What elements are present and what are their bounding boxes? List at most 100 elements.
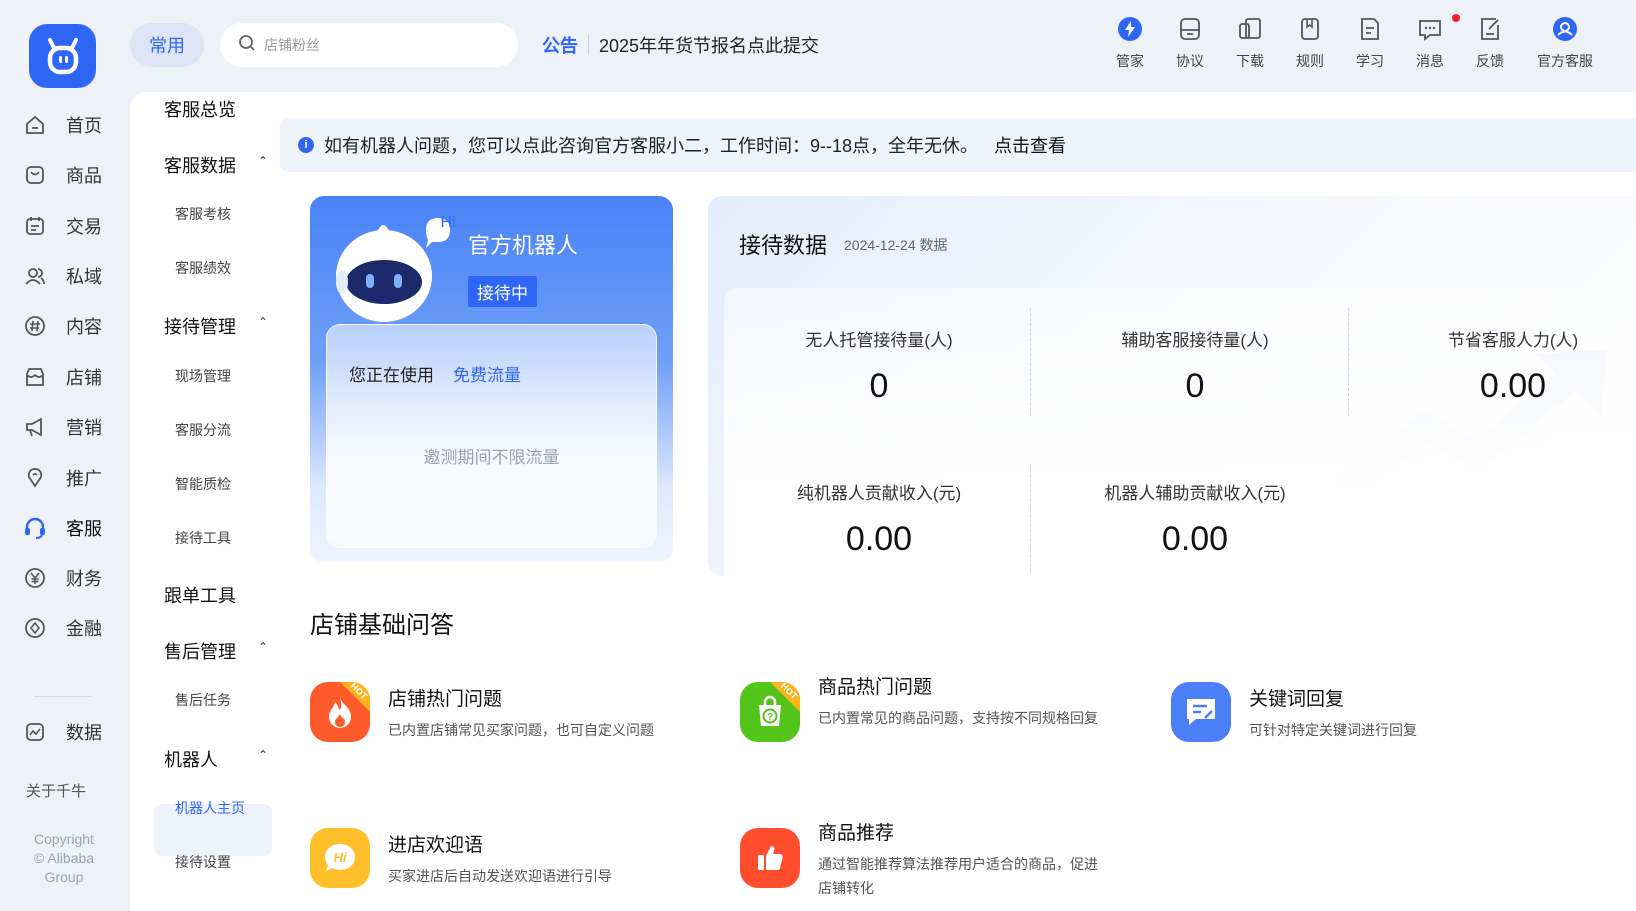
divider [1030, 308, 1031, 416]
subnav-item-aftersale-task[interactable]: 售后任务 [175, 690, 231, 710]
notice-separator [588, 35, 589, 55]
divider [1030, 464, 1031, 572]
notice-text[interactable]: 2025年年货节报名点此提交 [599, 32, 819, 58]
robot-hi: Hi [440, 214, 456, 231]
info-icon: i [298, 137, 314, 153]
download-icon [1237, 16, 1263, 51]
rail-item-product[interactable]: 商品 [22, 157, 122, 193]
metric-robot-income: 纯机器人贡献收入(元) 0.00 [724, 479, 1034, 559]
notice-tag: 公告 [542, 36, 578, 56]
subnav-group-reception[interactable]: 接待管理 [164, 313, 236, 339]
rail-item-financial[interactable]: 金融 [22, 610, 122, 646]
rail-item-label: 数据 [66, 723, 102, 743]
search-box[interactable] [220, 23, 518, 67]
butler-icon [1117, 16, 1143, 51]
feature-desc: 买家进店后自动发送欢迎语进行引导 [388, 868, 612, 884]
rail-item-label: 内容 [66, 317, 102, 337]
subnav-item-qc[interactable]: 智能质检 [175, 474, 231, 494]
unread-dot [1452, 14, 1460, 22]
tool-label: 消息 [1416, 53, 1444, 69]
tool-study[interactable]: 学习 [1340, 16, 1400, 71]
subnav-item-tools[interactable]: 接待工具 [175, 528, 231, 548]
banner-link[interactable]: 点击查看 [994, 132, 1066, 158]
subnav-overview[interactable]: 客服总览 [164, 96, 236, 122]
tool-download[interactable]: 下载 [1220, 16, 1280, 71]
subnav-item-assessment[interactable]: 客服考核 [175, 204, 231, 224]
reception-stats-card: 接待数据 2024-12-24 数据 无人托管接待量(人) 0 辅助客服接待量(… [708, 196, 1636, 576]
rail-item-home[interactable]: 首页 [22, 107, 122, 143]
rail-item-marketing[interactable]: 营销 [22, 409, 122, 445]
trade-icon [22, 213, 48, 239]
rail-item-label: 金融 [66, 619, 102, 639]
target-icon [22, 615, 48, 641]
announcement[interactable]: 公告 2025年年货节报名点此提交 [542, 32, 819, 58]
metric-value: 0.00 [845, 520, 913, 558]
plan-link[interactable]: 免费流量 [453, 361, 521, 386]
rail-item-promotion[interactable]: 推广 [22, 460, 122, 496]
tool-label: 下载 [1236, 53, 1264, 69]
svg-text:Hi: Hi [334, 850, 347, 865]
feature-title: 店铺热门问题 [388, 689, 503, 710]
rail-item-finance[interactable]: 财务 [22, 560, 122, 596]
tool-label: 规则 [1296, 53, 1324, 69]
section-title: 店铺基础问答 [310, 612, 454, 639]
tool-message[interactable]: 消息 [1400, 14, 1460, 71]
rail-item-label: 财务 [66, 569, 102, 589]
chevron-up-icon[interactable]: ⌃ [258, 640, 268, 654]
copyright-line: © Alibaba [33, 850, 95, 866]
subnav-item-performance[interactable]: 客服绩效 [175, 258, 231, 278]
subnav-item-reception-settings[interactable]: 接待设置 [175, 852, 231, 872]
tool-feedback[interactable]: 反馈 [1460, 16, 1520, 71]
metric-label: 辅助客服接待量(人) [1121, 331, 1269, 350]
tool-label: 协议 [1176, 53, 1204, 69]
tool-butler[interactable]: 管家 [1100, 16, 1160, 71]
rail-item-private[interactable]: 私域 [22, 258, 122, 294]
rail-item-label: 店铺 [66, 368, 102, 388]
feature-product-recommend[interactable]: 商品推荐 通过智能推荐算法推荐用户适合的商品，促进店铺转化 [740, 823, 1120, 898]
subnav-item-robot-home[interactable]: 机器人主页 [175, 798, 245, 818]
robot-avatar-icon [336, 218, 450, 322]
feature-title: 进店欢迎语 [388, 835, 484, 856]
rail-item-content[interactable]: 内容 [22, 308, 122, 344]
subnav-order-tools[interactable]: 跟单工具 [164, 582, 236, 608]
robot-status-badge: 接待中 [468, 276, 537, 307]
rail-item-service[interactable]: 客服 [22, 510, 122, 546]
tool-agreement[interactable]: 协议 [1160, 16, 1220, 71]
subnav-item-onsite[interactable]: 现场管理 [175, 366, 231, 386]
robot-card: Hi 官方机器人 接待中 您正在使用 免费流量 邀测期间不限流量 [310, 196, 673, 562]
feature-desc: 已内置店铺常见买家问题，也可自定义问题 [388, 722, 654, 738]
left-rail: 首页 商品 交易 私域 内容 店铺 营销 推广 客服 财务 金融 数据 关于千牛… [0, 0, 128, 911]
tool-rules[interactable]: 规则 [1280, 16, 1340, 71]
subnav-group-aftersale[interactable]: 售后管理 [164, 638, 236, 664]
subnav-group-robot[interactable]: 机器人 [164, 746, 218, 772]
headset-icon [22, 515, 48, 541]
frequent-chip[interactable]: 常用 [130, 23, 204, 67]
metric-value: 0 [869, 367, 889, 405]
chat-edit-icon [1171, 682, 1231, 742]
search-input[interactable] [264, 37, 494, 53]
chevron-up-icon[interactable]: ⌃ [258, 315, 268, 329]
subnav-item-routing[interactable]: 客服分流 [175, 420, 231, 440]
chevron-up-icon[interactable]: ⌃ [258, 748, 268, 762]
feature-product-hot-questions[interactable]: ? HOT 商品热门问题 已内置常见的商品问题，支持按不同规格回复 [740, 677, 1120, 762]
fire-icon: HOT [310, 682, 370, 742]
feature-keyword-reply[interactable]: 关键词回复 可针对特定关键词进行回复 [1171, 682, 1551, 752]
rail-item-shop[interactable]: 店铺 [22, 359, 122, 395]
feature-shop-hot-questions[interactable]: HOT 店铺热门问题 已内置店铺常见买家问题，也可自定义问题 [310, 682, 690, 752]
rail-item-trade[interactable]: 交易 [22, 208, 122, 244]
rail-item-data[interactable]: 数据 [22, 714, 122, 750]
study-icon [1358, 16, 1382, 51]
using-label: 您正在使用 [349, 366, 434, 385]
feature-welcome-message[interactable]: Hi 进店欢迎语 买家进店后自动发送欢迎语进行引导 [310, 828, 690, 898]
qianniu-logo[interactable] [29, 24, 96, 88]
thumbs-up-icon [740, 828, 800, 888]
tool-official-service[interactable]: 官方客服 [1520, 16, 1610, 71]
rail-item-label: 客服 [66, 519, 102, 539]
about-link[interactable]: 关于千牛 [26, 780, 86, 801]
info-banner: i 如有机器人问题，您可以点此咨询官方客服小二，工作时间：9--18点，全年无休… [280, 118, 1636, 172]
subnav-group-data[interactable]: 客服数据 [164, 152, 236, 178]
service-icon [1552, 16, 1578, 51]
rail-divider [34, 696, 92, 697]
rail-item-label: 营销 [66, 418, 102, 438]
chevron-up-icon[interactable]: ⌃ [258, 154, 268, 168]
